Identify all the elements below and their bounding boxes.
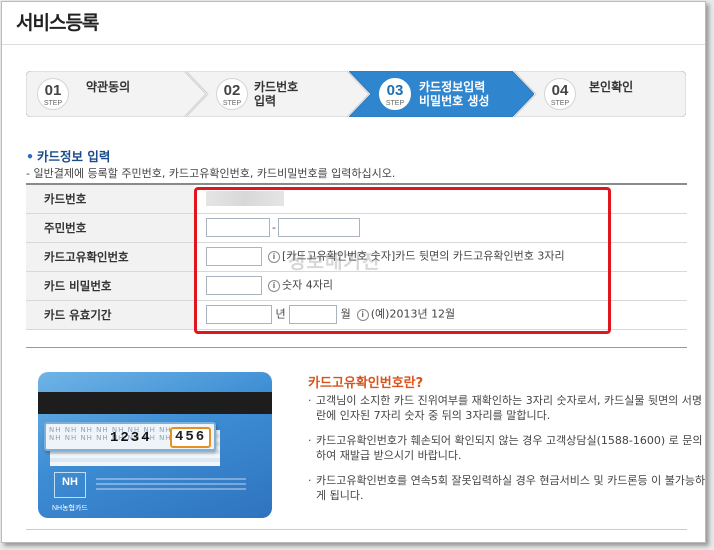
step-1: 01 STEP 약관동의	[26, 71, 206, 117]
cvc-digits-highlight: 456	[170, 427, 212, 448]
help-title: 카드고유확인번호란?	[308, 376, 424, 391]
help-item-2-text: 카드고유확인번호가 훼손되어 확인되지 않는 경우 고객상담실(1588-160…	[316, 434, 703, 462]
info-section-divider	[26, 347, 687, 348]
page-title: 서비스등록	[16, 12, 99, 34]
service-registration-window: 서비스등록 01 STEP 약관동의 02 STEP 카드번호 입력 03 ST…	[1, 1, 706, 543]
card-password-label: 카드 비밀번호	[26, 271, 194, 301]
step-2-label: 카드번호 입력	[254, 80, 298, 108]
cvc-label: 카드고유확인번호	[26, 242, 194, 272]
step-2-number: 02	[223, 82, 241, 99]
expiry-label: 카드 유효기간	[26, 300, 194, 330]
step-2-label-line2: 입력	[254, 94, 277, 108]
step-indicator: 01 STEP 약관동의 02 STEP 카드번호 입력 03 STEP 카드정…	[26, 71, 686, 117]
signature-digits: 1234	[110, 430, 152, 446]
card-brand: NH농협카드	[52, 505, 88, 512]
step-3-label: 카드정보입력 비밀번호 생성	[419, 80, 489, 108]
section-title-text: 카드정보 입력	[37, 149, 111, 164]
bullet-icon: •	[26, 149, 34, 164]
help-bullet-icon: ·	[308, 474, 312, 487]
help-item-2: · 카드고유확인번호가 훼손되어 확인되지 않는 경우 고객상담실(1588-16…	[308, 433, 705, 463]
step-4-label: 본인확인	[589, 80, 633, 94]
watermark: 정보매거진	[288, 251, 381, 273]
section-title: • 카드정보 입력	[26, 146, 110, 165]
step-4-label-line1: 본인확인	[589, 80, 634, 94]
step-1-badge: 01 STEP	[37, 78, 69, 110]
bottom-divider	[26, 529, 687, 530]
section-description: - 일반결제에 등록할 주민번호, 카드고유확인번호, 카드비밀번호를 입력하십…	[26, 167, 396, 180]
step-2-badge: 02 STEP	[216, 78, 248, 110]
help-bullet-icon: ·	[308, 434, 312, 447]
step-3-label-line2: 비밀번호 생성	[419, 94, 490, 108]
resident-number-label: 주민번호	[26, 213, 194, 243]
help-item-3-text: 카드고유확인번호를 연속5회 잘못입력하실 경우 현금서비스 및 카드론등 이 …	[316, 474, 706, 502]
help-item-3: · 카드고유확인번호를 연속5회 잘못입력하실 경우 현금서비스 및 카드론등 이…	[308, 473, 706, 503]
step-4-number: 04	[551, 82, 569, 99]
step-1-step-label: STEP	[43, 100, 63, 107]
card-logo: NH	[54, 472, 86, 498]
help-item-1: · 고객님이 소지한 카드 진위여부를 재확인하는 3자리 숫자로서, 카드실물 …	[308, 393, 705, 423]
signature-zoom-callout: NH NH NH NH NH NH NH NH NH NH NH NH NH NH…	[44, 422, 216, 451]
card-fine-print	[96, 478, 246, 480]
help-item-1-text: 고객님이 소지한 카드 진위여부를 재확인하는 3자리 숫자로서, 카드실물 뒷…	[316, 394, 703, 422]
step-2: 02 STEP 카드번호 입력	[186, 71, 369, 117]
step-4-badge: 04 STEP	[544, 78, 576, 110]
step-2-label-line1: 카드번호	[254, 80, 299, 94]
magnetic-stripe	[38, 392, 272, 414]
step-3-current: 03 STEP 카드정보입력 비밀번호 생성	[349, 71, 534, 117]
title-divider	[2, 44, 705, 45]
step-1-label: 약관동의	[86, 80, 130, 94]
step-2-step-label: STEP	[222, 100, 242, 107]
step-4-step-label: STEP	[550, 100, 570, 107]
highlight-annotation-box	[194, 187, 611, 334]
card-number-label: 카드번호	[26, 183, 194, 214]
step-3-step-label: STEP	[385, 100, 405, 107]
step-4: 04 STEP 본인확인	[514, 71, 686, 117]
step-3-number: 03	[386, 82, 404, 99]
step-1-label-line1: 약관동의	[86, 80, 131, 94]
step-3-label-line1: 카드정보입력	[419, 80, 486, 94]
step-1-number: 01	[44, 82, 62, 99]
help-bullet-icon: ·	[308, 394, 312, 407]
step-4-shape	[514, 71, 686, 117]
step-3-badge: 03 STEP	[379, 78, 411, 110]
